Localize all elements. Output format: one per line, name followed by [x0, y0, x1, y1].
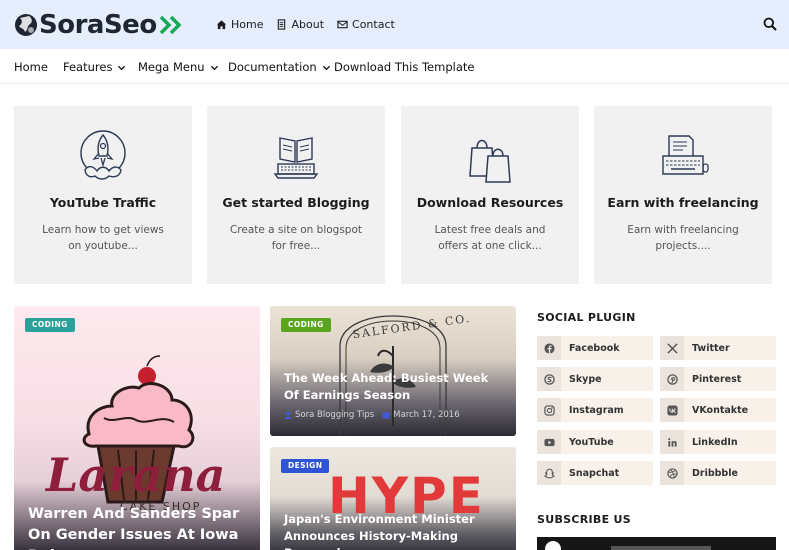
chevron-down-icon	[322, 65, 330, 70]
social-link-label: Pinterest	[692, 373, 742, 385]
nav-item-mega-menu[interactable]: Mega Menu	[138, 60, 219, 74]
social-link-facebook[interactable]: Facebook	[537, 336, 653, 360]
facebook-icon	[543, 342, 555, 354]
chevron-down-icon	[118, 65, 126, 70]
site-logo[interactable]: SoraSeo	[14, 10, 183, 40]
envelope-icon	[337, 20, 348, 28]
post-category-badge[interactable]: CODING	[25, 318, 75, 332]
feature-card-description: Create a site on blogspot for free...	[229, 224, 363, 252]
post-category-badge[interactable]: DESIGN	[281, 459, 330, 473]
logo-text: SoraSeo	[39, 10, 157, 40]
instagram-icon	[543, 404, 555, 416]
social-link-label: Instagram	[569, 404, 624, 416]
feature-card-earn-with-freelancing[interactable]: Earn with freelancing Earn with freelanc…	[594, 106, 772, 284]
linkedin-icon	[667, 437, 677, 447]
header-link-label: Contact	[352, 17, 395, 31]
subscribe-video-embed[interactable]	[537, 537, 776, 550]
social-link-label: Dribbble	[692, 467, 738, 479]
feature-card-description: Earn with freelancing projects....	[627, 224, 739, 252]
social-link-label: Twitter	[692, 342, 730, 354]
featured-post-big[interactable]: Larana CAKE SHOP CODING Warren And Sande…	[14, 306, 260, 550]
video-title-bar	[611, 546, 711, 550]
youtube-icon	[543, 438, 555, 446]
globe-logo-icon	[15, 14, 37, 36]
social-link-label: Facebook	[569, 342, 620, 354]
chevron-down-icon	[210, 65, 218, 70]
social-link-label: VKontakte	[692, 404, 749, 416]
document-icon	[278, 18, 286, 30]
dribbble-icon	[666, 467, 678, 479]
nav-item-label: Documentation	[228, 60, 317, 74]
social-link-instagram[interactable]: Instagram	[537, 398, 653, 422]
laptop-book-icon	[273, 137, 319, 179]
nav-item-download-template[interactable]: Download This Template	[334, 60, 474, 74]
social-link-pinterest[interactable]: Pinterest	[660, 367, 776, 391]
post-date: March 17, 2016	[393, 410, 460, 420]
vk-icon	[666, 404, 678, 416]
social-link-snapchat[interactable]: Snapchat	[537, 461, 653, 485]
feature-card-description: Learn how to get views on youtube...	[42, 224, 164, 252]
feature-card-get-started-blogging[interactable]: Get started Blogging Create a site on bl…	[207, 106, 385, 284]
nav-item-home[interactable]: Home	[14, 60, 48, 74]
double-chevron-logo-icon	[159, 15, 182, 35]
post-title[interactable]: Warren And Sanders Spar On Gender Issues…	[28, 504, 248, 550]
main-nav: Home Features Mega Menu Documentation Do…	[0, 49, 789, 84]
social-link-label: Snapchat	[569, 467, 620, 479]
post-category-badge[interactable]: CODING	[281, 318, 331, 332]
feature-card-youtube-traffic[interactable]: YouTube Traffic Learn how to get views o…	[14, 106, 192, 284]
feature-card-download-resources[interactable]: Download Resources Latest free deals and…	[401, 106, 579, 284]
header-link-label: Home	[231, 17, 264, 31]
subscribe-heading: SUBSCRIBE US	[537, 513, 631, 526]
feature-card-title: Get started Blogging	[222, 195, 370, 210]
user-icon	[284, 411, 292, 419]
nav-item-label: Mega Menu	[138, 60, 205, 74]
post-title[interactable]: Japan's Environment Minister Announces H…	[284, 511, 504, 550]
shopping-bags-icon	[469, 139, 511, 183]
social-link-label: YouTube	[569, 436, 614, 448]
pinterest-icon	[666, 373, 678, 385]
rocket-icon	[80, 130, 126, 180]
post-author[interactable]: Sora Blogging Tips	[295, 410, 374, 420]
channel-avatar	[545, 541, 561, 550]
social-link-linkedin[interactable]: LinkedIn	[660, 430, 776, 454]
social-link-youtube[interactable]: YouTube	[537, 430, 653, 454]
top-header: SoraSeo Home About Contact	[0, 0, 789, 49]
twitter-x-icon	[666, 342, 678, 354]
header-links: Home About Contact	[216, 16, 408, 32]
snapchat-icon	[543, 468, 555, 478]
social-link-label: Skype	[569, 373, 602, 385]
featured-post-a[interactable]: SALFORD & CO. CODING The Week Ahead: Bus…	[270, 306, 516, 436]
social-link-twitter[interactable]: Twitter	[660, 336, 776, 360]
featured-post-b[interactable]: HYPE DESIGN Japan's Environment Minister…	[270, 447, 516, 550]
nav-item-features[interactable]: Features	[63, 60, 126, 74]
header-link-home[interactable]: Home	[216, 16, 263, 32]
nav-item-label: Download This Template	[334, 60, 475, 74]
home-icon	[216, 19, 227, 29]
header-link-contact[interactable]: Contact	[337, 16, 395, 32]
feature-card-description: Latest free deals and offers at one clic…	[434, 224, 546, 252]
header-link-label: About	[291, 17, 325, 31]
social-link-skype[interactable]: Skype	[537, 367, 653, 391]
nav-item-label: Home	[14, 60, 48, 74]
feature-card-title: Download Resources	[416, 195, 564, 210]
search-icon[interactable]	[763, 17, 777, 31]
feature-card-title: Earn with freelancing	[607, 195, 759, 210]
social-link-dribbble[interactable]: Dribbble	[660, 461, 776, 485]
header-link-about[interactable]: About	[276, 16, 324, 32]
nav-item-documentation[interactable]: Documentation	[228, 60, 331, 74]
post-image-text: Larana	[46, 448, 226, 502]
social-link-vkontakte[interactable]: VKontakte	[660, 398, 776, 422]
feature-card-title: YouTube Traffic	[49, 195, 157, 210]
post-title[interactable]: The Week Ahead: Busiest Week Of Earnings…	[284, 370, 504, 404]
post-meta: Sora Blogging Tips March 17, 2016	[284, 410, 460, 420]
social-plugin-heading: SOCIAL PLUGIN	[537, 311, 636, 324]
social-link-label: LinkedIn	[692, 436, 738, 448]
nav-item-label: Features	[63, 60, 113, 74]
calendar-icon	[382, 412, 390, 419]
skype-icon	[543, 373, 555, 385]
typewriter-icon	[662, 135, 709, 175]
